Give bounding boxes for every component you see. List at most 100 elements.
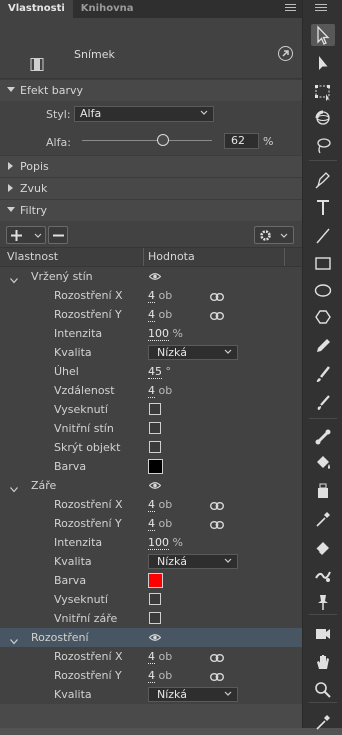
filter-property-row: Rozostření Y 4 ob (0, 305, 302, 324)
property-value[interactable]: 100 % (148, 536, 183, 550)
color-swatch[interactable] (148, 573, 163, 588)
value-number[interactable]: 45 (148, 365, 162, 379)
property-checkbox[interactable] (149, 422, 161, 434)
section-zvuk[interactable]: Zvuk (0, 177, 302, 199)
filter-group-row[interactable]: Záře (0, 476, 302, 495)
text-tool-icon[interactable] (311, 196, 335, 218)
remove-filter-button[interactable] (48, 226, 68, 244)
brush-tool-icon[interactable] (311, 390, 335, 412)
value-number[interactable]: 4 (148, 308, 155, 322)
property-checkbox[interactable] (149, 441, 161, 453)
camera-tool-icon[interactable] (311, 622, 335, 644)
hand-tool-icon[interactable] (311, 650, 335, 672)
eyedropper-bottom-tool-icon[interactable] (311, 710, 335, 732)
link-xy-icon[interactable] (209, 291, 225, 304)
zoom-tool-icon[interactable] (311, 678, 335, 700)
pin-tool-icon[interactable] (311, 590, 335, 612)
section-popis[interactable]: Popis (0, 155, 302, 177)
value-unit: % (172, 536, 183, 549)
alpha-slider-track[interactable] (82, 140, 212, 141)
value-unit: ob (158, 517, 173, 530)
property-value[interactable]: 4 ob (148, 669, 173, 683)
property-value[interactable]: 4 ob (148, 308, 172, 322)
rectangle-tool-icon[interactable] (311, 252, 335, 274)
filter-options-button[interactable] (254, 226, 294, 244)
width-tool-icon[interactable] (311, 563, 335, 585)
value-number[interactable]: 4 (148, 669, 155, 683)
paint-bucket-tool-icon[interactable] (311, 452, 335, 474)
style-select[interactable]: Alfa (74, 106, 214, 122)
alpha-value-field[interactable]: 62 (224, 133, 259, 149)
quality-select[interactable]: Nízká (148, 345, 238, 360)
filter-group-row[interactable]: Vržený stín (0, 267, 302, 286)
chevron-down-icon (224, 349, 232, 354)
alpha-slider-thumb[interactable] (156, 134, 169, 146)
value-unit: ob (158, 289, 173, 302)
property-label: Rozostření X (54, 289, 123, 302)
filter-property-row: Intenzita 100 % (0, 533, 302, 552)
quality-select[interactable]: Nízká (148, 554, 238, 569)
visibility-eye-icon[interactable] (148, 632, 162, 645)
filter-property-row: Rozostření Y 4 ob (0, 666, 302, 685)
pen-tool-icon[interactable] (311, 168, 335, 190)
property-value[interactable]: 4 ob (148, 498, 172, 512)
add-filter-button[interactable] (6, 226, 46, 244)
color-swatch[interactable] (148, 459, 163, 474)
filter-property-row: Kvalita Nízká (0, 685, 302, 704)
value-number[interactable]: 4 (148, 289, 155, 303)
filter-property-row: Kvalita Nízká (0, 343, 302, 362)
link-xy-icon[interactable] (209, 500, 225, 513)
property-value[interactable]: 4 ob (148, 650, 172, 664)
property-value[interactable]: 4 ob (148, 384, 172, 398)
go-to-icon[interactable] (278, 46, 293, 61)
style-label: Styl: (46, 108, 71, 121)
object-header: Snímek (0, 18, 302, 79)
property-value[interactable]: 4 ob (148, 289, 173, 303)
free-transform-tool-icon[interactable] (311, 80, 335, 102)
line-tool-icon[interactable] (311, 224, 335, 246)
property-checkbox[interactable] (149, 403, 161, 415)
3d-rotation-tool-icon[interactable] (311, 107, 335, 129)
value-number[interactable]: 100 (148, 536, 169, 550)
tab-library[interactable]: Knihovna (73, 0, 142, 18)
filter-group-row[interactable]: Rozostření (0, 628, 302, 647)
lasso-tool-icon[interactable] (311, 134, 335, 156)
selection-tool-icon[interactable] (311, 24, 335, 46)
property-label: Vyseknutí (54, 403, 108, 416)
property-checkbox[interactable] (149, 593, 161, 605)
property-value[interactable]: 4 ob (148, 517, 173, 531)
eraser-tool-icon[interactable] (311, 535, 335, 557)
ink-bottle-tool-icon[interactable] (311, 479, 335, 501)
value-number[interactable]: 4 (148, 650, 155, 664)
quality-select[interactable]: Nízká (148, 687, 238, 702)
polystar-tool-icon[interactable] (311, 306, 335, 328)
subselection-tool-icon[interactable] (311, 52, 335, 74)
value-number[interactable]: 4 (148, 498, 155, 512)
section-label: Efekt barvy (20, 84, 84, 97)
oval-tool-icon[interactable] (311, 279, 335, 301)
tools-menu-icon[interactable] (315, 4, 327, 11)
eyedropper-tool-icon[interactable] (311, 507, 335, 529)
value-number[interactable]: 4 (148, 517, 155, 531)
property-value[interactable]: 45 ° (148, 365, 171, 379)
tab-properties[interactable]: Vlastnosti (0, 0, 73, 18)
visibility-eye-icon[interactable] (148, 271, 162, 284)
style-row: Styl: Alfa (0, 101, 302, 127)
property-checkbox[interactable] (149, 612, 161, 624)
bone-tool-icon[interactable] (311, 425, 335, 447)
paint-brush-tool-icon[interactable] (311, 362, 335, 384)
link-xy-icon[interactable] (209, 519, 225, 532)
section-filtry[interactable]: Filtry (0, 199, 302, 221)
link-xy-icon[interactable] (209, 310, 225, 323)
property-value[interactable]: 100 % (148, 327, 183, 341)
panel-menu-icon[interactable] (285, 4, 296, 13)
value-number[interactable]: 4 (148, 384, 155, 398)
visibility-eye-icon[interactable] (148, 480, 162, 493)
section-color-effect[interactable]: Efekt barvy (0, 79, 302, 101)
link-xy-icon[interactable] (209, 671, 225, 684)
value-number[interactable]: 100 (148, 327, 169, 341)
value-unit: ob (158, 669, 173, 682)
pencil-tool-icon[interactable] (311, 334, 335, 356)
link-xy-icon[interactable] (209, 652, 225, 665)
properties-panel: Vlastnosti Knihovna Snímek Efekt barvy S… (0, 0, 302, 728)
